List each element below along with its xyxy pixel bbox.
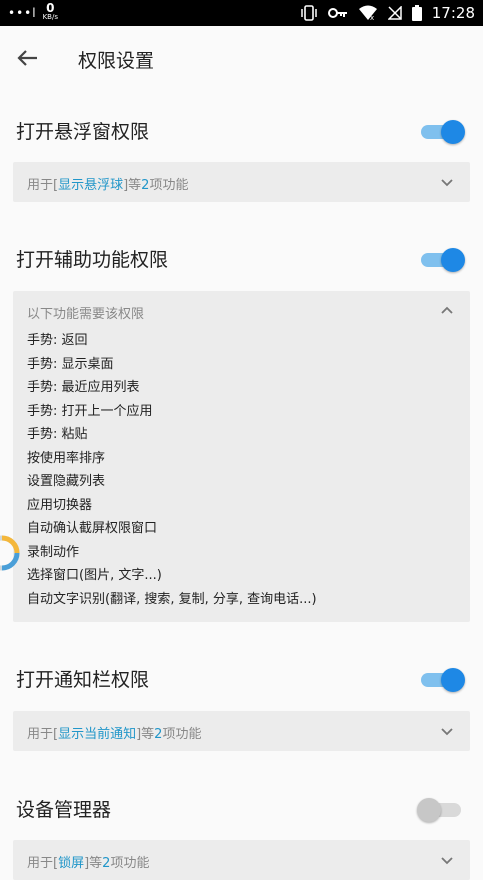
floating-window-panel[interactable]: 用于[显示悬浮球]等2项功能 <box>13 162 470 202</box>
list-item: 手势: 打开上一个应用 <box>27 403 153 419</box>
no-signal-icon <box>387 6 402 20</box>
toggle-knob <box>417 798 441 822</box>
toggle-knob <box>441 248 465 272</box>
summary-prefix: 用于[ <box>27 727 59 742</box>
list-item: 手势: 最近应用列表 <box>27 380 140 395</box>
loading-spinner-icon <box>0 535 20 571</box>
panel-header: 以下功能需要该权限 <box>27 307 145 322</box>
list-item: 设置隐藏列表 <box>27 474 106 489</box>
status-left: •••l 0 KB/s <box>8 1 58 22</box>
summary-mid: ]等 <box>84 856 103 871</box>
section-floating-window: 打开悬浮窗权限 <box>0 100 483 160</box>
feature-link[interactable]: 锁屏 <box>58 856 84 871</box>
network-speed: 0 KB/s <box>42 1 58 22</box>
feature-link[interactable]: 显示悬浮球 <box>58 178 123 193</box>
status-right: x 17:28 <box>300 4 475 22</box>
chevron-up-icon[interactable] <box>440 303 454 317</box>
panel-summary: 用于[锁屏]等2项功能 <box>27 852 149 871</box>
battery-icon <box>411 5 422 21</box>
list-item: 应用切换器 <box>27 497 93 513</box>
device-admin-panel[interactable]: 用于[锁屏]等2项功能 <box>13 840 470 880</box>
section-row: 打开辅助功能权限 <box>0 228 483 288</box>
chevron-down-icon[interactable] <box>440 175 454 189</box>
section-title: 设备管理器 <box>16 799 112 821</box>
toggle-knob <box>441 668 465 692</box>
signal-indicator: •••l <box>8 6 37 20</box>
accessibility-panel: 以下功能需要该权限 手势: 返回 手势: 显示桌面 手势: 最近应用列表 手势:… <box>13 291 470 622</box>
svg-text:x: x <box>370 14 374 21</box>
app-bar: 权限设置 <box>0 26 483 90</box>
panel-summary: 用于[显示悬浮球]等2项功能 <box>27 174 188 193</box>
wifi-icon: x <box>358 5 377 21</box>
device-admin-toggle[interactable] <box>417 797 463 822</box>
chevron-down-icon[interactable] <box>440 724 454 738</box>
key-icon <box>327 8 347 18</box>
summary-mid: ]等 <box>136 727 155 742</box>
notification-panel[interactable]: 用于[显示当前通知]等2项功能 <box>13 711 470 751</box>
summary-suffix: 项功能 <box>149 178 189 193</box>
list-item: 按使用率排序 <box>27 450 106 466</box>
section-title: 打开通知栏权限 <box>16 669 150 691</box>
vibrate-icon <box>301 5 317 21</box>
list-item: 录制动作 <box>27 544 80 560</box>
list-item: 手势: 显示桌面 <box>27 356 114 372</box>
back-arrow-icon[interactable] <box>14 44 42 72</box>
section-row: 打开通知栏权限 <box>0 648 483 708</box>
section-notification: 打开通知栏权限 <box>0 648 483 708</box>
feature-list: 手势: 返回 手势: 显示桌面 手势: 最近应用列表 手势: 打开上一个应用 手… <box>27 329 456 611</box>
summary-prefix: 用于[ <box>27 856 59 871</box>
list-item: 手势: 粘贴 <box>27 427 88 442</box>
toggle-knob <box>441 120 465 144</box>
summary-mid: ]等 <box>123 178 142 193</box>
section-row: 打开悬浮窗权限 <box>0 100 483 160</box>
status-time: 17:28 <box>431 4 475 22</box>
page-title: 权限设置 <box>78 50 155 72</box>
summary-suffix: 项功能 <box>110 856 150 871</box>
section-accessibility: 打开辅助功能权限 <box>0 228 483 288</box>
section-row: 设备管理器 <box>0 778 483 838</box>
network-speed-value: 0 <box>46 1 55 15</box>
list-item: 自动确认截屏权限窗口 <box>27 521 158 536</box>
status-bar: •••l 0 KB/s x 17:28 <box>0 0 483 26</box>
section-title: 打开辅助功能权限 <box>16 249 169 271</box>
chevron-down-icon[interactable] <box>440 853 454 867</box>
summary-prefix: 用于[ <box>27 178 59 193</box>
panel-summary: 用于[显示当前通知]等2项功能 <box>27 723 201 742</box>
summary-suffix: 项功能 <box>162 727 202 742</box>
network-speed-unit: KB/s <box>42 13 58 21</box>
list-item: 自动文字识别(翻译, 搜索, 复制, 分享, 查询电话...) <box>27 591 317 607</box>
accessibility-toggle[interactable] <box>419 247 465 272</box>
list-item: 手势: 返回 <box>27 333 88 348</box>
section-title: 打开悬浮窗权限 <box>16 121 150 143</box>
notification-toggle[interactable] <box>419 667 465 692</box>
section-device-admin: 设备管理器 <box>0 778 483 838</box>
list-item: 选择窗口(图片, 文字...) <box>27 568 162 583</box>
floating-window-toggle[interactable] <box>419 119 465 144</box>
feature-link[interactable]: 显示当前通知 <box>58 727 136 742</box>
